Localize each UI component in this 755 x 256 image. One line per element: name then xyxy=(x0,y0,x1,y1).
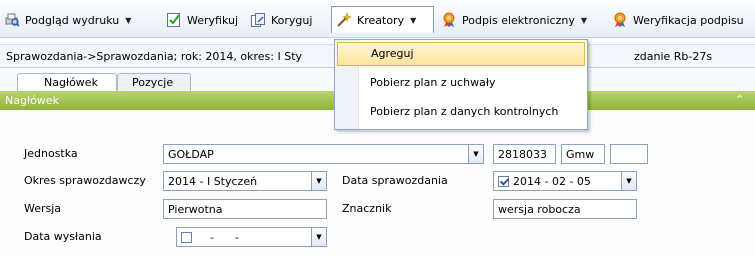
correct-button[interactable]: Koryguj xyxy=(250,12,312,28)
signature-verify-label: Weryfikacja podpisu xyxy=(633,13,744,27)
signature-verify-icon xyxy=(612,12,628,28)
jednostka-extra-field[interactable] xyxy=(610,144,648,164)
header-form: Jednostka GOŁDAP ▼ 2818033 Gmw Okres spr… xyxy=(0,110,755,256)
data-wyslania-picker[interactable]: - - ▼ xyxy=(176,227,327,247)
breadcrumb-report-name: zdanie Rb-27s xyxy=(634,50,713,63)
kreatory-menu: Agreguj Pobierz plan z uchwały Pobierz p… xyxy=(334,39,588,130)
chevron-down-icon[interactable]: ▼ xyxy=(311,172,326,190)
data-sprawozdania-label: Data sprawozdania xyxy=(342,174,448,187)
menu-item-agreguj[interactable]: Agreguj xyxy=(337,42,585,66)
signature-icon xyxy=(441,12,457,28)
e-signature-button[interactable]: Podpis elektroniczny ▼ xyxy=(441,12,587,28)
wizards-label: Kreatory xyxy=(357,13,405,27)
jednostka-value: GOŁDAP xyxy=(168,148,214,161)
znacznik-field[interactable]: wersja robocza xyxy=(493,199,637,219)
wizard-icon xyxy=(336,12,352,28)
jednostka-code-field[interactable]: 2818033 xyxy=(493,144,556,164)
toolbar: Podgląd wydruku ▼ Weryfikuj Koryguj Krea… xyxy=(0,0,755,38)
data-sprawozdania-picker[interactable]: 2014 - 02 - 05 ▼ xyxy=(493,171,637,191)
checkbox-unchecked-icon[interactable] xyxy=(181,232,192,243)
correct-icon xyxy=(250,12,266,28)
data-wyslania-label: Data wysłania xyxy=(24,230,102,243)
jednostka-label: Jednostka xyxy=(24,147,78,160)
data-sprawozdania-value: 2014 - 02 - 05 xyxy=(513,175,591,188)
wersja-label: Wersja xyxy=(24,202,62,215)
verify-label: Weryfikuj xyxy=(187,13,239,27)
print-preview-label: Podgląd wydruku xyxy=(25,13,120,27)
verify-button[interactable]: Weryfikuj xyxy=(166,12,238,28)
tab-naglowek[interactable]: Nagłówek xyxy=(17,73,117,93)
signature-verify-button[interactable]: Weryfikacja podpisu xyxy=(612,12,744,28)
chevron-down-icon[interactable]: ▼ xyxy=(581,16,587,25)
section-title: Nagłówek xyxy=(5,94,59,107)
e-signature-label: Podpis elektroniczny xyxy=(462,13,575,27)
okres-value: 2014 - I Styczeń xyxy=(168,175,258,188)
okres-label: Okres sprawozdawczy xyxy=(24,174,146,187)
data-wyslania-value: - - xyxy=(196,231,239,244)
chevron-down-icon[interactable]: ▼ xyxy=(621,172,636,190)
jednostka-type-field[interactable]: Gmw xyxy=(561,144,605,164)
collapse-chevron-icon[interactable]: ⌃ xyxy=(735,93,744,106)
chevron-down-icon[interactable]: ▼ xyxy=(125,16,131,25)
okres-select[interactable]: 2014 - I Styczeń ▼ xyxy=(163,171,327,191)
jednostka-select[interactable]: GOŁDAP ▼ xyxy=(163,144,484,164)
wizards-button[interactable]: Kreatory ▼ xyxy=(336,12,416,28)
correct-label: Koryguj xyxy=(271,13,313,27)
breadcrumb-text: Sprawozdania->Sprawozdania; rok: 2014, o… xyxy=(6,50,303,63)
checkbox-checked-icon[interactable] xyxy=(498,176,509,187)
wersja-field[interactable]: Pierwotna xyxy=(163,199,327,219)
menu-item-pobierz-plan-dane-kontrolne[interactable]: Pobierz plan z danych kontrolnych xyxy=(337,101,585,125)
chevron-down-icon[interactable]: ▼ xyxy=(410,16,416,25)
chevron-down-icon[interactable]: ▼ xyxy=(311,228,326,246)
tab-pozycje[interactable]: Pozycje xyxy=(117,73,191,92)
znacznik-label: Znacznik xyxy=(342,202,392,215)
chevron-down-icon[interactable]: ▼ xyxy=(468,145,483,163)
menu-item-pobierz-plan-uchwaly[interactable]: Pobierz plan z uchwały xyxy=(337,72,585,96)
print-preview-button[interactable]: Podgląd wydruku ▼ xyxy=(4,12,131,28)
print-preview-icon xyxy=(4,12,20,28)
verify-check-icon xyxy=(166,12,182,28)
